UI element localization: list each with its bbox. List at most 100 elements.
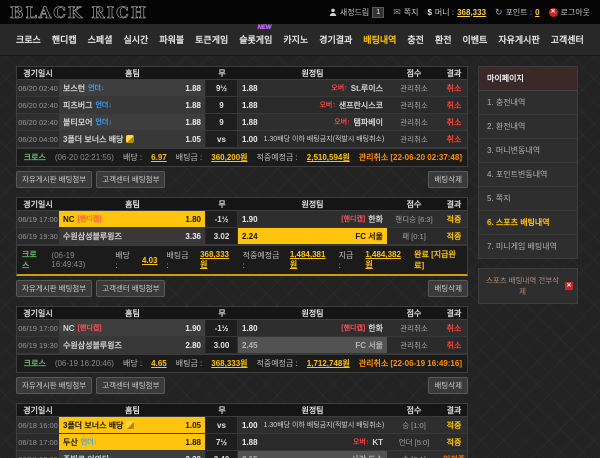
nav-deposit[interactable]: 충전 [407,33,424,46]
match-datetime: 06/19 17:00 [17,211,59,227]
sidebar-item-point-history[interactable]: 4. 포인트변동내역 [479,163,577,187]
draw-odds[interactable]: -1½ [206,320,238,336]
home-team-name: 수원삼성블루윙즈 [63,231,122,242]
away-team-cell[interactable]: 1.88오버↑탬파베이 [238,114,387,130]
nav-betting-history[interactable]: 배팅내역 [363,33,396,46]
table-row: 06/20 02:40 볼티모어언더↓1.88 9 1.88오버↑탬파베이 관리… [17,114,467,131]
away-team-cell[interactable]: 1.88오버↑샌프란시스코 [238,97,387,113]
home-team-cell[interactable]: 수원삼성블루윙즈2.80 [59,337,206,353]
stake-label: 배팅금 : [176,358,203,369]
score: 패 [0:1] [387,228,441,244]
away-team-cell-selected[interactable]: 2.24FC 서울 [238,228,387,244]
nav-powerball[interactable]: 파워볼 [159,33,184,46]
draw-odds[interactable]: 3.02 [206,228,238,244]
sidebar-item-sports-betting-history[interactable]: 6. 스포츠 배팅내역 [479,211,577,235]
nav-customer-center[interactable]: 고객센터 [551,33,584,46]
result: 적중 [441,228,467,244]
bonus-icon [126,135,134,143]
stake-label: 배팅금 : [167,250,192,270]
home-team-cell[interactable]: 피츠버그언더↓1.88 [59,97,206,113]
delete-all-bets-button[interactable]: 스포츠 배팅내역 전부삭제 ✕ [478,268,578,304]
attach-board-button[interactable]: 자유게시판 배팅첨부 [16,280,92,297]
attach-cs-button[interactable]: 고객센터 배팅첨부 [96,280,165,297]
point-display[interactable]: ↻ 포인트 : 0 [495,7,540,18]
away-team-cell-lost[interactable]: 2.15사간 도스 [238,451,387,458]
col-score: 점수 [387,67,441,80]
home-team-name: 보스턴 [63,83,85,94]
draw-odds[interactable]: 7½ [206,434,238,450]
draw-odds[interactable]: 3.40 [206,451,238,458]
away-team-cell-voided[interactable]: 2.45FC 서울 [238,337,387,353]
home-team-cell-selected[interactable]: NC[핸디캡]1.80 [59,211,206,227]
match-datetime: 06/18 17:00 [17,434,59,450]
attach-board-button[interactable]: 자유게시판 배팅첨부 [16,171,92,188]
sidebar-item-deposit-history[interactable]: 1. 충전내역 [479,91,577,115]
sidebar-item-withdraw-history[interactable]: 2. 환전내역 [479,115,577,139]
user-info[interactable]: 새정드림 1 [329,7,384,18]
home-team-cell[interactable]: 보스턴언더↓ 1.88 [59,80,206,96]
attach-board-button[interactable]: 자유게시판 배팅첨부 [16,377,92,394]
site-logo[interactable]: BLACK RICH [10,3,148,22]
nav-token-game[interactable]: 토큰게임 [195,33,228,46]
home-team-cell[interactable]: 수원삼성블루윙즈 3.36 [59,228,206,244]
away-team-name: KT [372,438,383,447]
result: 적중 [441,434,467,450]
attach-cs-button[interactable]: 고객센터 배팅첨부 [96,171,165,188]
bet-slip-1: 경기일시 홈팀 무 원정팀 점수 결과 06/20 02:40 보스턴언더↓1.… [16,66,468,167]
away-team-cell[interactable]: 1.90[핸디캡]한화 [238,211,387,227]
under-tag: 언더↓ [81,437,97,447]
away-odds: 1.88 [242,118,258,127]
delete-bet-button[interactable]: 배팅삭제 [428,171,468,188]
home-team-cell[interactable]: NC[핸디캡]1.90 [59,320,206,336]
draw-odds[interactable]: 3.00 [206,337,238,353]
under-tag: 언더↓ [88,83,104,93]
away-team-name: 사간 도스 [351,454,383,458]
nav-withdraw[interactable]: 환전 [435,33,452,46]
bet-type: 크로스 [24,152,46,163]
nav-game-results[interactable]: 경기결과 [319,33,352,46]
delete-bet-button[interactable]: 배팅삭제 [428,377,468,394]
money-icon: $ [427,8,431,17]
draw-odds[interactable]: 9 [206,97,238,113]
attach-cs-button[interactable]: 고객센터 배팅첨부 [96,377,165,394]
score: 관리취소 [387,320,441,336]
nav-cross[interactable]: 크로스 [16,33,41,46]
nav-slot-game[interactable]: 슬롯게임NEW [239,33,272,46]
nav-casino[interactable]: 카지노 [283,33,308,46]
draw-odds[interactable]: -1½ [206,211,238,227]
nav-handicap[interactable]: 핸디캡 [52,33,77,46]
new-badge: NEW [257,25,271,31]
away-team-cell[interactable]: 1.88오버↑KT [238,434,387,450]
logout-button[interactable]: ✕ 로그아웃 [549,7,590,18]
home-odds: 3.36 [185,232,201,241]
col-datetime: 경기일시 [17,307,59,320]
home-team-cell-selected[interactable]: 두산언더↓1.88 [59,434,206,450]
away-team-cell[interactable]: 1.88오버↑St.루이스 [238,80,387,96]
nav-free-board[interactable]: 자유게시판 [498,33,539,46]
delete-bet-button[interactable]: 배팅삭제 [428,280,468,297]
home-odds: 1.88 [185,84,201,93]
nav-special[interactable]: 스페셜 [88,33,113,46]
sidebar-item-money-history[interactable]: 3. 머니변동내역 [479,139,577,163]
draw-odds[interactable]: 9½ [206,80,238,96]
sidebar-item-minigame-betting-history[interactable]: 7. 미니게임 배팅내역 [479,235,577,258]
home-team-cell[interactable]: 볼티모어언더↓1.88 [59,114,206,130]
mail-link[interactable]: ✉ 쪽지 [393,7,418,18]
draw-odds[interactable]: 9 [206,114,238,130]
result: 취소 [441,320,467,336]
bonus-cell[interactable]: 3폴더 보너스 배당1.05 [59,131,206,147]
bonus-cell-selected[interactable]: 3폴더 보너스 배당1.05 [59,417,206,433]
nav-event[interactable]: 이벤트 [463,33,488,46]
match-datetime: 06/20 04:00 [17,131,59,147]
home-team-cell[interactable]: 주빌로 이와타3.30 [59,451,206,458]
odds-value: 6.97 [151,153,167,162]
nav-live[interactable]: 실시간 [123,33,148,46]
col-home: 홈팀 [59,404,206,417]
unread-badge[interactable]: 1 [372,7,384,18]
sidebar-title: 마이페이지 [479,67,577,91]
sidebar-item-messages[interactable]: 5. 쪽지 [479,187,577,211]
away-team-name: St.루이스 [351,83,383,94]
odds-label: 배당 : [123,152,142,163]
money-display[interactable]: $ 머니 : 368,333 [427,7,486,18]
away-team-cell[interactable]: 1.80[핸디캡]한화 [238,320,387,336]
